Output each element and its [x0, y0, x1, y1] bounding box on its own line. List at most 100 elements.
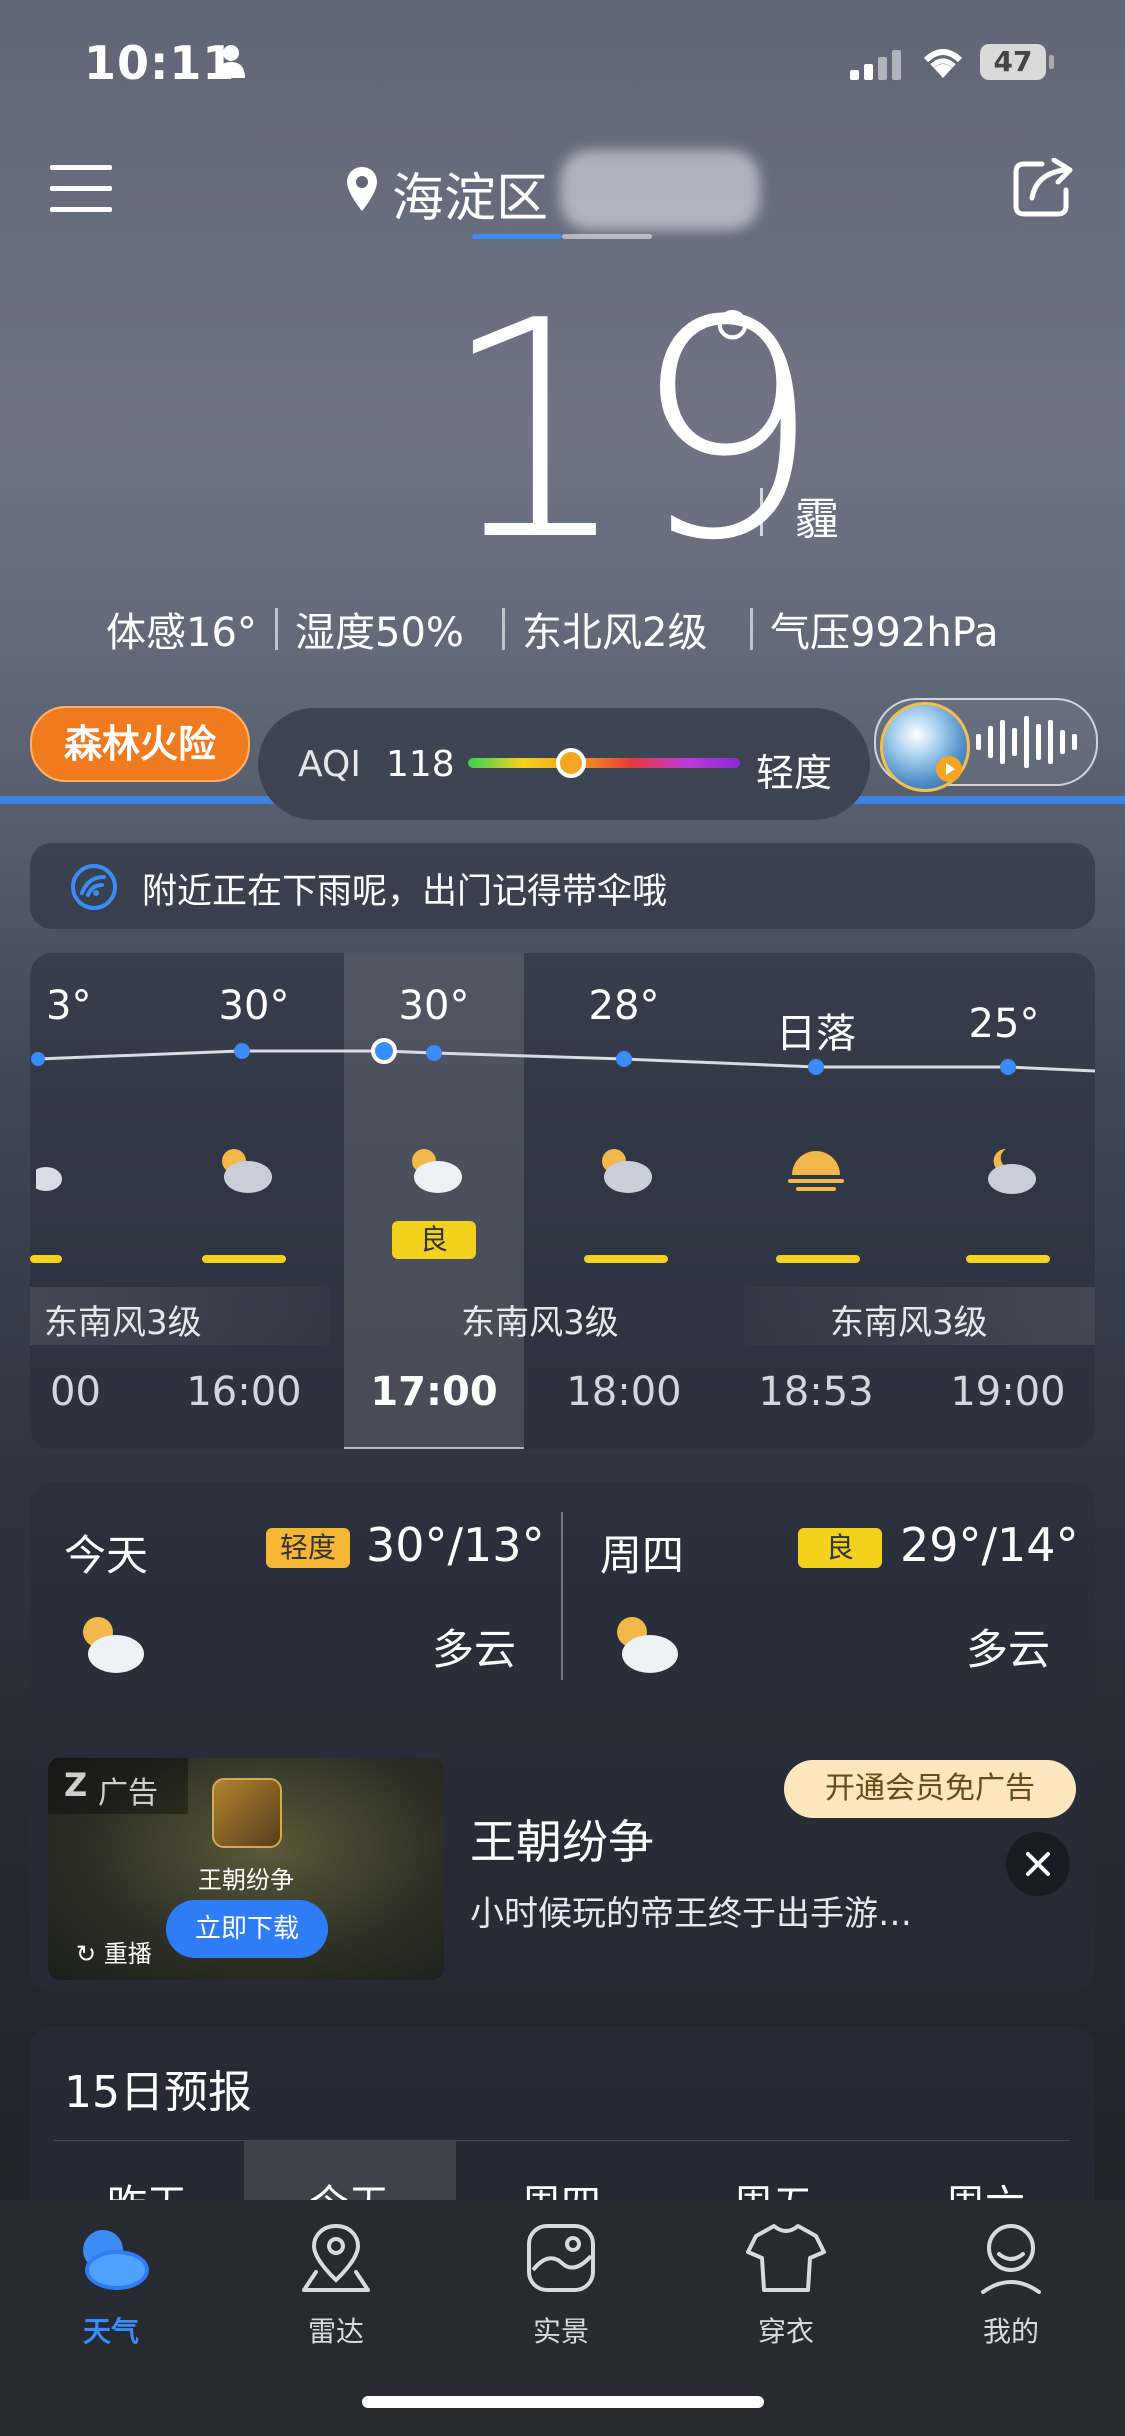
today-condition: 多云 — [432, 1625, 517, 1674]
hourly-point — [1000, 1059, 1016, 1075]
menu-icon[interactable] — [50, 165, 112, 213]
tab-radar[interactable]: 雷达 — [261, 2220, 411, 2350]
partly-cloudy-icon — [83, 1617, 144, 1673]
page-indicator-active — [472, 234, 562, 239]
tab-label: 我的 — [982, 2315, 1039, 2348]
hourly-time: 19:00 — [950, 1369, 1066, 1415]
partly-cloudy-icon — [412, 1149, 462, 1193]
location-pin-icon — [347, 167, 377, 211]
partly-cloudy-icon — [602, 1149, 652, 1193]
close-icon — [1026, 1852, 1050, 1876]
wind-label: 东南风3级 — [461, 1303, 619, 1343]
tomorrow-aqi-badge: 良 — [798, 1528, 882, 1568]
cellular-icon — [850, 50, 901, 80]
tab-clothing[interactable]: 穿衣 — [711, 2220, 861, 2350]
tab-live-view[interactable]: 实景 — [486, 2220, 636, 2350]
temperature-curve — [31, 1038, 1095, 1075]
radar-icon — [71, 864, 117, 910]
home-indicator[interactable] — [362, 2396, 764, 2408]
replay-button[interactable]: ↻ 重播 — [76, 1934, 152, 1969]
daily-summary-card[interactable]: 今天 轻度 30°/13° 多云 周四 良 29°/14° 多云 — [30, 1482, 1095, 1710]
ad-tag-text: 广告 — [98, 1776, 158, 1811]
hourly-time: 00 — [50, 1369, 101, 1415]
ad-card[interactable]: Z 广告 王朝纷争 立即下载 ↻ 重播 开通会员免广告 王朝纷争 小时候玩的帝王… — [30, 1740, 1095, 1992]
download-button[interactable]: 立即下载 — [166, 1900, 328, 1958]
tab-weather[interactable]: 天气 — [36, 2220, 186, 2350]
hourly-point — [234, 1043, 250, 1059]
feels-like: 体感16° — [106, 610, 257, 656]
tshirt-icon — [746, 2224, 826, 2292]
battery-indicator: 47 — [980, 44, 1046, 80]
tab-label: 实景 — [532, 2315, 589, 2348]
divider — [54, 2140, 1070, 2141]
pressure: 气压992hPa — [770, 610, 999, 656]
ad-logo-icon: Z — [64, 1766, 88, 1804]
divider — [561, 1512, 563, 1680]
partly-cloudy-icon — [222, 1149, 272, 1193]
hourly-aqi-bar — [584, 1255, 668, 1263]
play-icon — [936, 756, 962, 782]
sunset-icon — [788, 1151, 844, 1191]
hourly-time: 18:53 — [758, 1369, 874, 1415]
ad-title: 王朝纷争 — [470, 1815, 654, 1869]
ad-close-button[interactable] — [1006, 1832, 1070, 1896]
hourly-point — [808, 1059, 824, 1075]
ad-tag: Z 广告 — [48, 1758, 188, 1814]
divider — [760, 488, 763, 536]
divider — [750, 608, 753, 650]
tomorrow-temps: 29°/14° — [900, 1518, 1079, 1572]
share-icon[interactable] — [1012, 158, 1074, 218]
aqi-label: AQI — [298, 744, 361, 785]
hourly-point — [31, 1052, 45, 1066]
sound-wave-icon — [976, 716, 1077, 768]
location-name[interactable]: 海淀区 — [392, 156, 548, 231]
aqi-level: 轻度 — [756, 751, 833, 795]
bottom-tab-bar: 天气 雷达 实景 穿衣 我的 — [0, 2200, 1125, 2436]
hourly-aqi-bar — [966, 1255, 1050, 1263]
tomorrow-condition: 多云 — [966, 1625, 1051, 1674]
current-condition: 霾 — [795, 494, 839, 545]
tab-label: 雷达 — [307, 2315, 364, 2348]
hourly-aqi-badge: 良 — [392, 1221, 476, 1259]
person-icon — [217, 45, 245, 78]
hourly-time: 18:00 — [566, 1369, 682, 1415]
vip-no-ads-button[interactable]: 开通会员免广告 — [784, 1760, 1076, 1818]
ad-description: 小时候玩的帝王终于出手游… — [470, 1894, 912, 1934]
hourly-aqi-bar — [202, 1255, 286, 1263]
replay-icon: ↻ — [76, 1940, 97, 1968]
hourly-forecast-card[interactable]: 3° 30° 30° 28° 日落 25° 良 东南风3级 东南风3级 东南风3… — [30, 953, 1095, 1449]
location-detail-obscured — [560, 150, 760, 230]
wind-label: 东南风3级 — [830, 1303, 988, 1343]
selected-underline — [344, 1447, 524, 1449]
divider — [275, 608, 278, 650]
current-temperature: 19 — [440, 257, 822, 606]
hourly-time-selected: 17:00 — [370, 1369, 498, 1415]
forecast-title: 15日预报 — [64, 2067, 252, 2118]
humidity: 湿度50% — [295, 610, 464, 656]
night-cloudy-icon — [988, 1148, 1036, 1194]
today-aqi-badge: 轻度 — [266, 1528, 350, 1568]
forest-fire-alert[interactable]: 森林火险 — [30, 706, 250, 782]
game-name: 王朝纷争 — [198, 1866, 294, 1894]
degree-symbol: ° — [705, 287, 760, 415]
status-time: 10:11 — [84, 36, 236, 90]
tomorrow-label: 周四 — [600, 1531, 685, 1580]
status-bar: 10:11 47 — [0, 0, 1125, 130]
game-avatar — [212, 1778, 282, 1848]
tab-profile[interactable]: 我的 — [936, 2220, 1086, 2350]
hourly-point — [616, 1051, 632, 1067]
rain-notice-text: 附近正在下雨呢，出门记得带伞哦 — [142, 872, 668, 912]
photo-icon — [527, 2224, 595, 2292]
ad-video[interactable]: Z 广告 王朝纷争 立即下载 ↻ 重播 — [48, 1758, 444, 1980]
page-indicator — [562, 234, 652, 239]
replay-label: 重播 — [103, 1940, 152, 1968]
tab-label: 穿衣 — [757, 2315, 814, 2348]
partly-cloudy-icon — [617, 1617, 678, 1673]
hourly-time: 16:00 — [186, 1369, 302, 1415]
map-pin-icon — [302, 2223, 370, 2292]
rain-notice-card[interactable]: 附近正在下雨呢，出门记得带伞哦 — [30, 843, 1095, 929]
profile-icon — [981, 2224, 1041, 2294]
wifi-icon — [923, 49, 963, 78]
today-label: 今天 — [64, 1531, 149, 1580]
divider — [502, 608, 505, 650]
